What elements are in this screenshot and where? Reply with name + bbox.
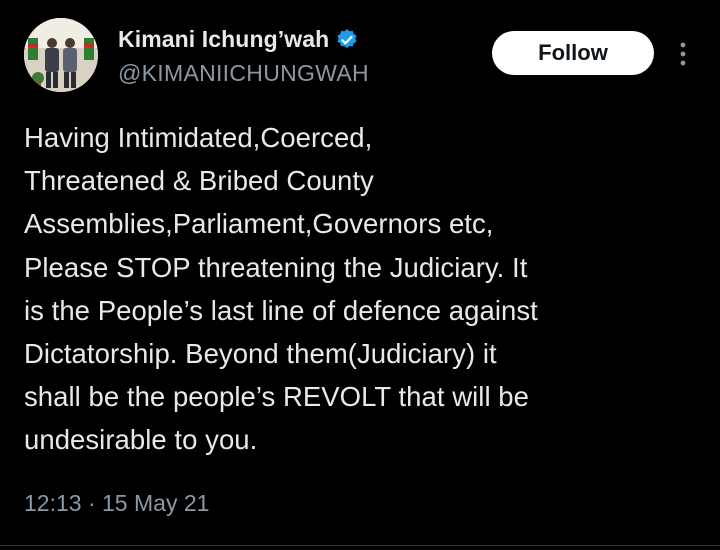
author-handle[interactable]: @KIMANIICHUNGWAH [118,60,369,87]
follow-button[interactable]: Follow [492,31,654,75]
tweet-date: 15 May 21 [102,490,210,516]
tweet-time: 12:13 [24,490,82,516]
avatar-photo-icon [24,18,98,92]
author-display-name[interactable]: Kimani Ichung’wah [118,26,329,53]
tweet-card: Kimani Ichung’wah @KIMANIICHUNGWAH Follo… [0,0,720,550]
more-options-icon[interactable] [676,40,690,68]
tweet-timestamp[interactable]: 12:13 · 15 May 21 [24,490,209,517]
author-avatar[interactable] [24,18,98,92]
bottom-divider [0,545,720,546]
timestamp-separator: · [87,490,96,516]
verified-badge-icon [335,28,359,52]
author-name-row: Kimani Ichung’wah [118,26,359,53]
tweet-text: Having Intimidated,Coerced, Threatened &… [24,122,538,456]
